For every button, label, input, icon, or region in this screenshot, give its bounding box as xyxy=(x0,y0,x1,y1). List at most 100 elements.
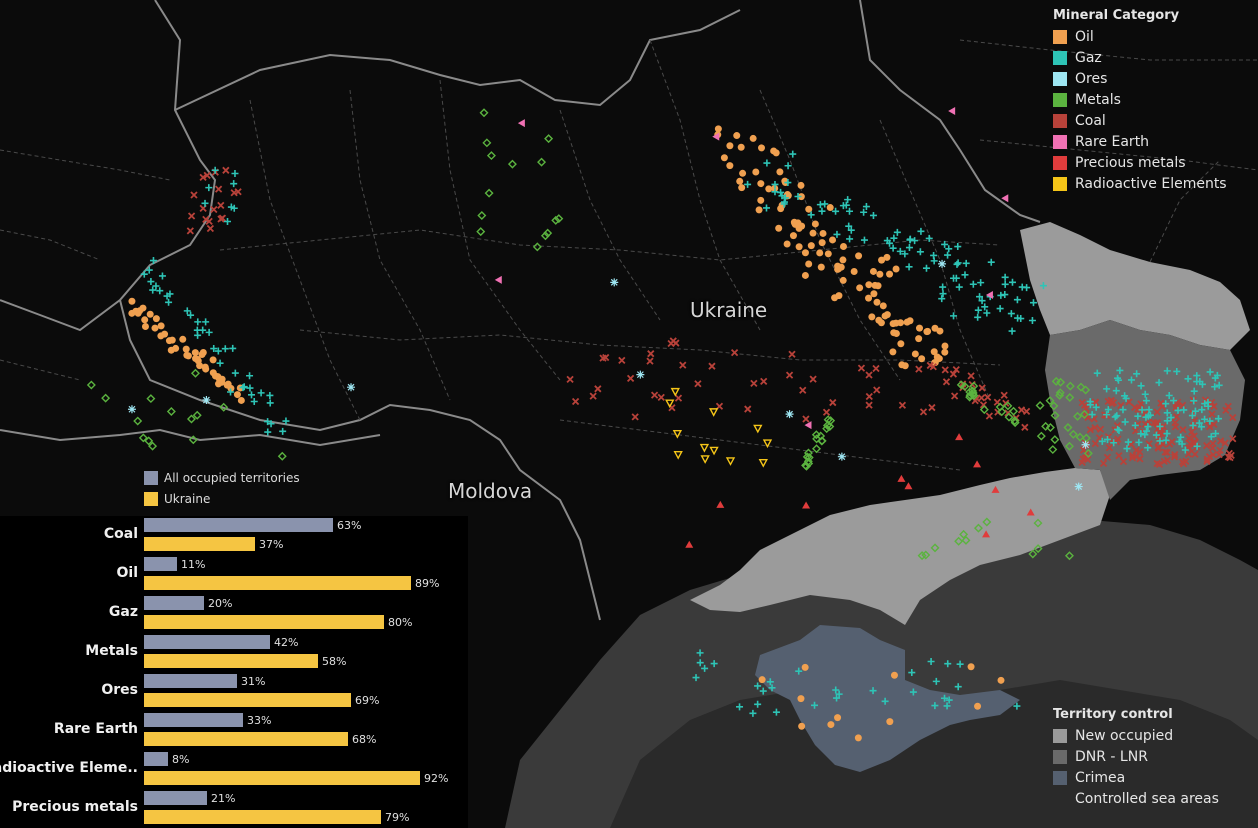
mineral-site-marker xyxy=(941,348,949,356)
mineral-site-marker xyxy=(168,336,176,344)
mineral-site-marker xyxy=(765,185,773,193)
mineral-site-marker xyxy=(839,243,847,251)
rare-earth-swatch-icon xyxy=(1053,134,1067,149)
bar-value-label: 80% xyxy=(388,616,413,629)
mineral-site-marker xyxy=(141,322,149,330)
mineral-site-marker xyxy=(797,181,805,189)
mineral-site-marker xyxy=(757,196,765,204)
territory-control-legend: Territory control New occupied DNR - LNR… xyxy=(1053,707,1219,809)
mineral-site-marker xyxy=(738,184,746,192)
mineral-site-marker xyxy=(193,355,201,363)
mineral-site-marker xyxy=(901,362,909,370)
bar-rare-earth-ukraine[interactable] xyxy=(144,732,348,746)
mineral-site-marker xyxy=(873,298,881,306)
legend-label-ores: Ores xyxy=(1075,70,1108,87)
mineral-site-marker xyxy=(795,243,803,251)
metals-swatch-icon xyxy=(1053,92,1067,107)
bar-value-label: 21% xyxy=(211,792,236,805)
legend-item-coal[interactable]: Coal xyxy=(1053,110,1227,131)
mineral-site-marker xyxy=(209,369,217,377)
mineral-site-marker xyxy=(897,340,905,348)
mineral-site-marker xyxy=(209,356,217,364)
legend-label-metals: Metals xyxy=(1075,91,1121,108)
mineral-site-marker xyxy=(141,316,149,324)
mineral-site-marker xyxy=(807,242,815,250)
legend-label-controlled-sea: Controlled sea areas xyxy=(1075,790,1219,807)
bar-value-label: 92% xyxy=(424,772,449,785)
coal-swatch-icon xyxy=(1053,113,1067,128)
mineral-site-marker xyxy=(879,302,887,310)
mineral-site-marker xyxy=(829,236,837,244)
legend-item-new-occupied[interactable]: New occupied xyxy=(1053,725,1219,746)
mineral-site-marker xyxy=(890,329,898,337)
bar-radioactive-eleme-occupied[interactable] xyxy=(144,752,168,766)
bar-oil-occupied[interactable] xyxy=(144,557,177,571)
bar-precious-metals-ukraine[interactable] xyxy=(144,810,381,824)
mineral-site-marker xyxy=(881,312,889,320)
mineral-site-marker xyxy=(865,294,873,302)
bar-precious-metals-occupied[interactable] xyxy=(144,791,207,805)
mineral-site-marker xyxy=(809,229,817,237)
mineral-site-marker xyxy=(775,224,783,232)
mineral-site-marker xyxy=(1081,440,1090,449)
bar-ores-ukraine[interactable] xyxy=(144,693,351,707)
mineral-site-marker xyxy=(941,342,949,350)
legend-label-rare-earth: Rare Earth xyxy=(1075,133,1150,150)
mineral-site-marker xyxy=(739,169,747,177)
bar-gaz-occupied[interactable] xyxy=(144,596,204,610)
legend-item-controlled-sea[interactable]: Controlled sea areas xyxy=(1053,788,1219,809)
mineral-site-marker xyxy=(161,330,169,338)
category-label-gaz: Gaz xyxy=(108,604,138,620)
mineral-site-marker xyxy=(837,452,846,461)
mineral-site-marker xyxy=(850,267,858,275)
legend-item-radioactive-elements[interactable]: Radioactive Elements xyxy=(1053,173,1227,194)
bar-radioactive-eleme-ukraine[interactable] xyxy=(144,771,420,785)
bar-metals-ukraine[interactable] xyxy=(144,654,318,668)
mineral-site-marker xyxy=(636,370,645,379)
legend-item-metals[interactable]: Metals xyxy=(1053,89,1227,110)
legend-label-oil: Oil xyxy=(1075,28,1094,45)
legend-item-rare-earth[interactable]: Rare Earth xyxy=(1053,131,1227,152)
legend-item-crimea[interactable]: Crimea xyxy=(1053,767,1219,788)
legend-label-coal: Coal xyxy=(1075,112,1106,129)
legend-item-precious-metals[interactable]: Precious metals xyxy=(1053,152,1227,173)
mineral-site-marker xyxy=(835,292,843,300)
bar-value-label: 89% xyxy=(415,577,440,590)
bar-oil-ukraine[interactable] xyxy=(144,576,411,590)
series-key-ukraine[interactable]: Ukraine xyxy=(144,492,210,506)
legend-item-dnr-lnr[interactable]: DNR - LNR xyxy=(1053,746,1219,767)
mineral-site-marker xyxy=(816,249,824,257)
bar-metals-occupied[interactable] xyxy=(144,635,270,649)
mineral-site-marker xyxy=(237,396,245,404)
legend-item-ores[interactable]: Ores xyxy=(1053,68,1227,89)
bar-gaz-ukraine[interactable] xyxy=(144,615,384,629)
mineral-site-marker xyxy=(201,363,209,371)
mineral-site-marker xyxy=(869,267,877,275)
mineral-site-marker xyxy=(182,345,190,353)
legend-item-gaz[interactable]: Gaz xyxy=(1053,47,1227,68)
mineral-site-marker xyxy=(218,375,226,383)
legend-label-crimea: Crimea xyxy=(1075,769,1126,786)
mineral-site-marker xyxy=(811,220,819,228)
series-key-occupied[interactable]: All occupied territories xyxy=(144,471,300,485)
mineral-site-marker xyxy=(801,271,809,279)
bar-rare-earth-occupied[interactable] xyxy=(144,713,243,727)
legend-label-radioactive-elements: Radioactive Elements xyxy=(1075,175,1227,192)
category-label-oil: Oil xyxy=(116,565,139,581)
bar-coal-occupied[interactable] xyxy=(144,518,333,532)
occupied-series-swatch-icon xyxy=(144,471,158,485)
bar-coal-ukraine[interactable] xyxy=(144,537,255,551)
category-label-ores: Ores xyxy=(101,682,138,698)
bar-value-label: 42% xyxy=(274,636,299,649)
mineral-site-marker xyxy=(824,250,832,258)
territory-legend-title: Territory control xyxy=(1053,707,1173,722)
mineral-site-marker xyxy=(877,319,885,327)
mineral-site-marker xyxy=(886,270,894,278)
mineral-site-marker xyxy=(783,240,791,248)
legend-item-oil[interactable]: Oil xyxy=(1053,26,1227,47)
legend-label-dnr-lnr: DNR - LNR xyxy=(1075,748,1148,765)
bar-ores-occupied[interactable] xyxy=(144,674,237,688)
mineral-site-marker xyxy=(202,396,211,405)
ores-swatch-icon xyxy=(1053,71,1067,86)
mineral-site-marker xyxy=(172,344,180,352)
